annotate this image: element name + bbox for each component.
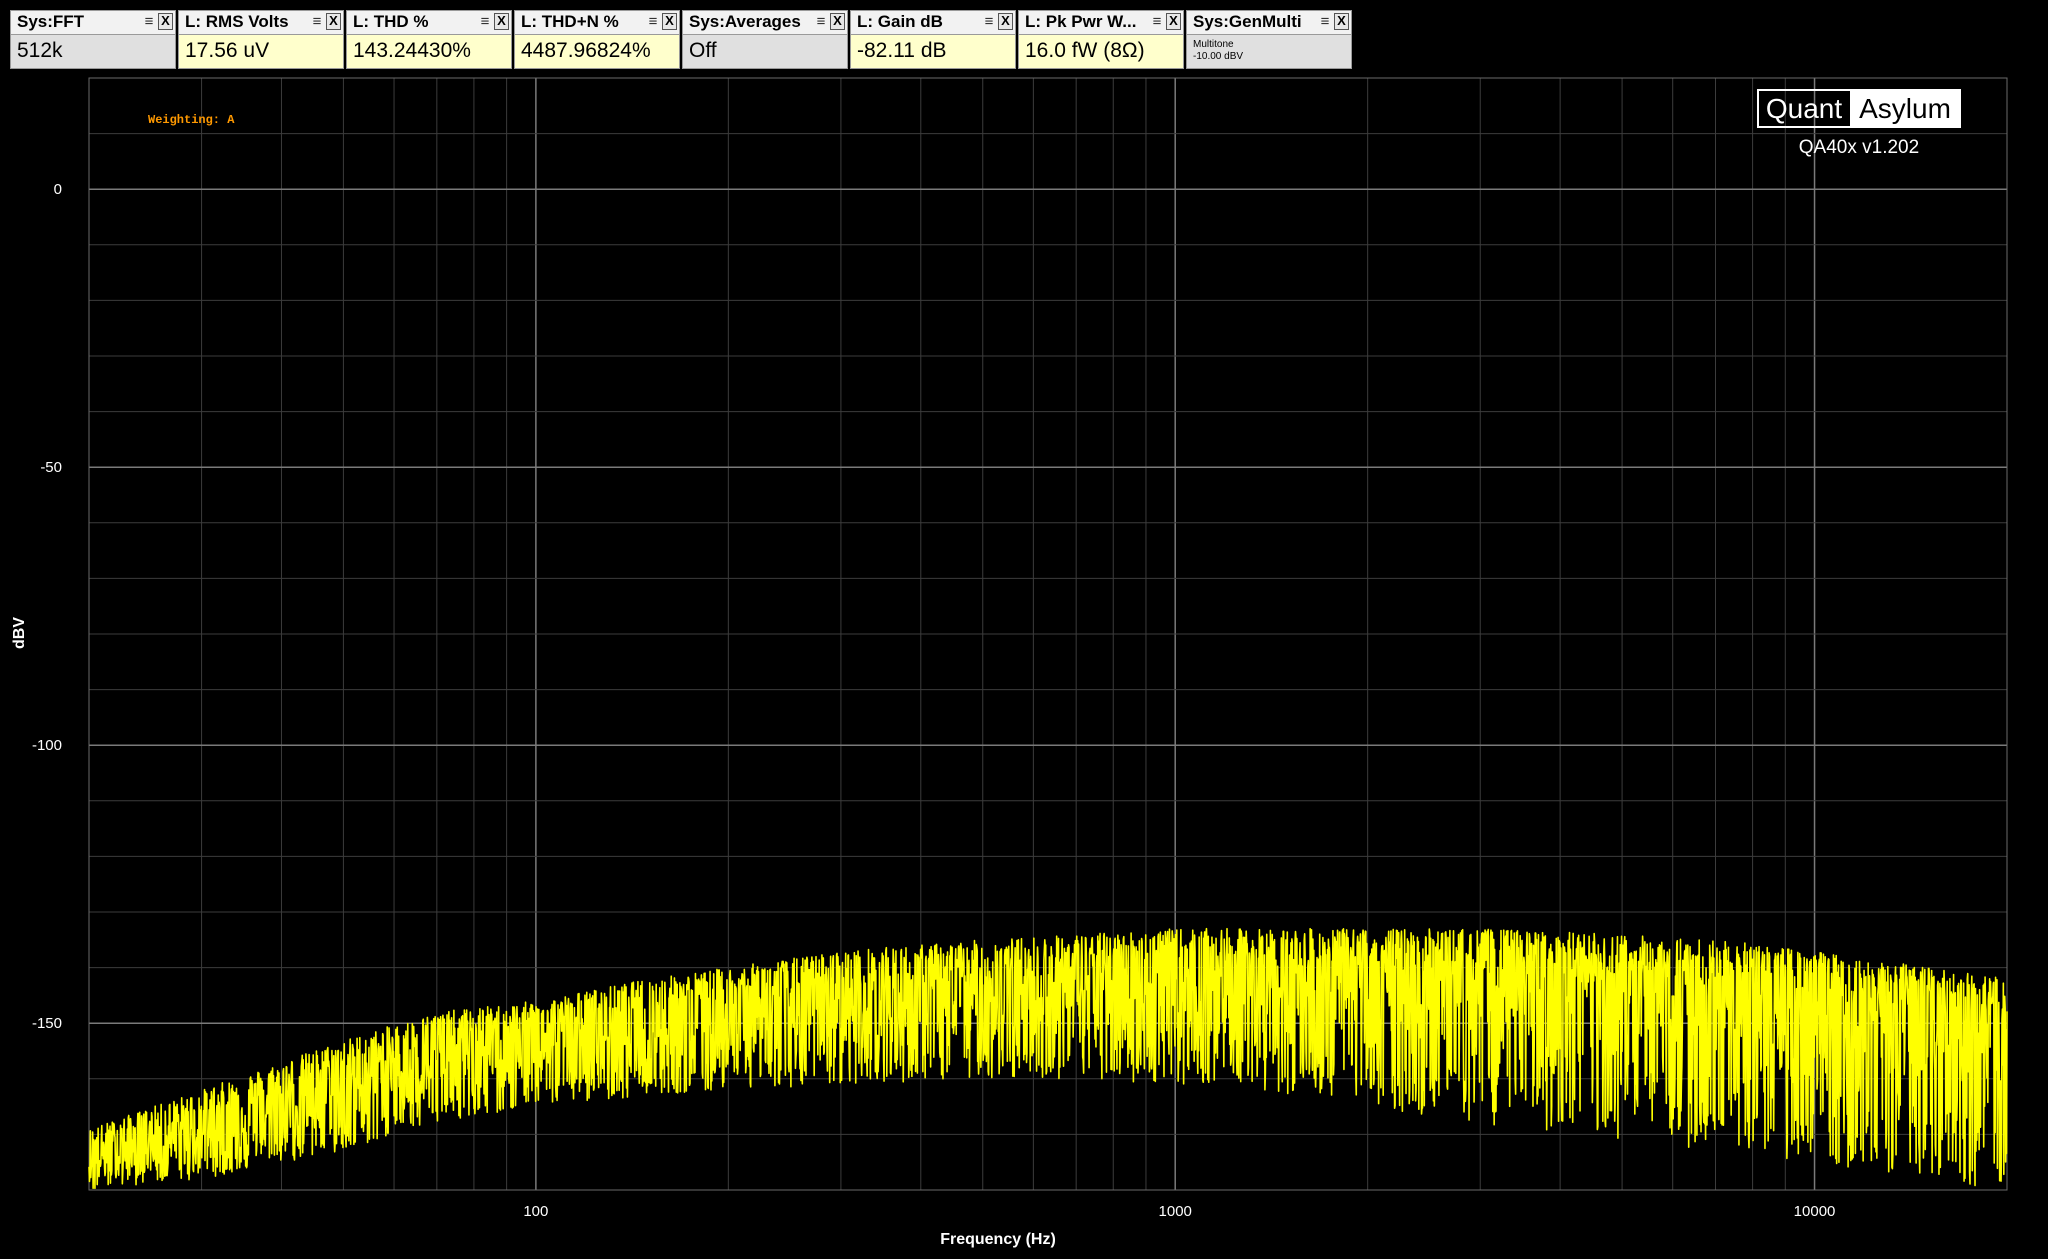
logo-text-quant: Quant (1766, 93, 1842, 124)
y-tick-label: 0 (54, 181, 62, 198)
y-tick-label: -50 (40, 459, 62, 476)
y-tick-label: -150 (32, 1015, 62, 1032)
version-label: QA40x v1.202 (1799, 137, 1919, 158)
x-tick-label: 1000 (1159, 1203, 1192, 1220)
y-tick-label: -100 (32, 737, 62, 754)
weighting-annotation: Weighting: A (148, 113, 235, 127)
x-tick-label: 100 (523, 1203, 548, 1220)
x-tick-label: 10000 (1794, 1203, 1836, 1220)
y-axis-label: dBV (11, 617, 28, 649)
fft-chart: 0 -50 -100 -150 100 1000 10000 Frequency (Hz) dB… (11, 77, 2008, 1248)
x-axis-label: Frequency (Hz) (940, 1231, 1056, 1248)
logo-text-asylum: Asylum (1859, 93, 1951, 124)
